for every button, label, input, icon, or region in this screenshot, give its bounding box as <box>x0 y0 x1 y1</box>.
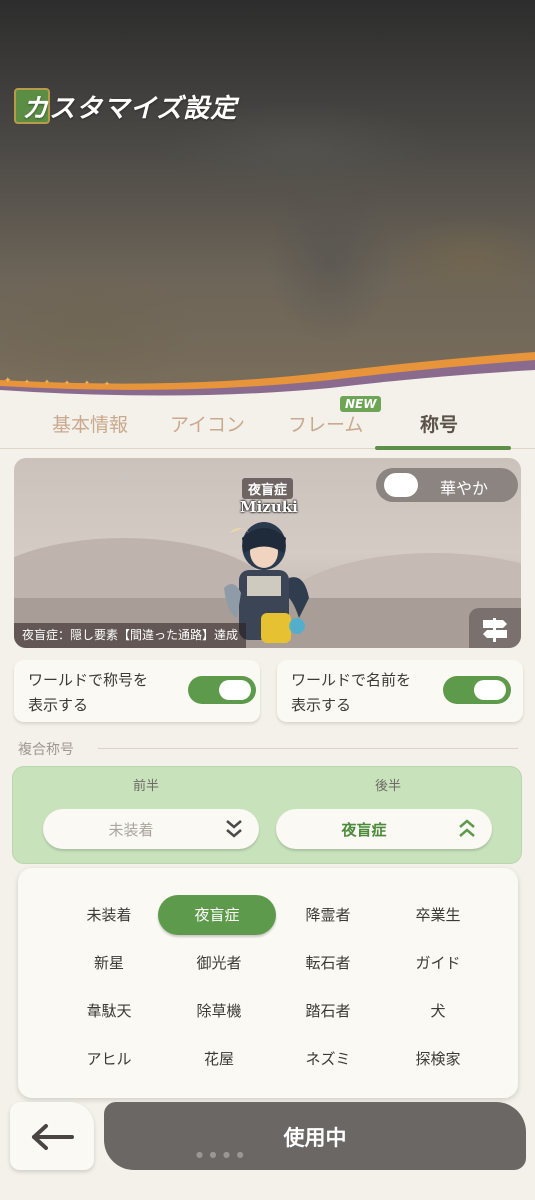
background-scene <box>0 0 535 400</box>
back-half-value: 夜盲症 <box>341 821 387 839</box>
back-half-select[interactable]: 夜盲症 <box>276 809 492 849</box>
fancy-mode-toggle[interactable]: 華やか <box>376 468 518 502</box>
composite-title-section-label: 複合称号 <box>18 742 74 758</box>
title-description: 夜盲症：隠し要素【間違った通路】達成 <box>14 623 247 648</box>
svg-text:✦: ✦ <box>104 380 110 388</box>
character-name-label: Mizuki <box>240 498 298 516</box>
show-name-in-world-label: ワールドで名前を 表示する <box>291 671 412 714</box>
svg-text:✦: ✦ <box>24 378 30 386</box>
svg-text:✦: ✦ <box>64 379 70 387</box>
option-item[interactable]: 探検家 <box>379 1039 497 1079</box>
active-tab-indicator <box>375 446 511 450</box>
svg-text:✦: ✦ <box>4 376 12 386</box>
front-half-label: 前半 <box>133 779 160 794</box>
option-item[interactable]: 御光者 <box>160 943 278 983</box>
option-item[interactable]: 犬 <box>379 991 497 1031</box>
option-item[interactable]: 踏石者 <box>269 991 387 1031</box>
option-item[interactable]: ガイド <box>379 943 497 983</box>
button-dots-decoration: ● ● ● ● <box>196 1150 246 1159</box>
fancy-toggle-knob <box>384 473 418 497</box>
section-divider <box>98 748 518 749</box>
svg-text:✦: ✦ <box>44 378 50 386</box>
back-button[interactable] <box>10 1102 94 1170</box>
title-options-list: 未装着 夜盲症 降霊者 卒業生 新星 御光者 転石者 ガイド 韋駄天 除草機 踏… <box>18 868 518 1098</box>
tab-frame[interactable]: フレーム <box>288 410 363 437</box>
option-item[interactable]: ネズミ <box>269 1039 387 1079</box>
tab-title[interactable]: 称号 <box>420 410 458 437</box>
show-title-in-world-card: ワールドで称号を 表示する <box>14 660 260 722</box>
tab-icon[interactable]: アイコン <box>170 410 245 437</box>
chevron-down-icon <box>226 820 242 838</box>
svg-text:✦: ✦ <box>84 379 90 387</box>
option-item[interactable]: アヒル <box>50 1039 168 1079</box>
option-item[interactable]: 未装着 <box>50 895 168 935</box>
back-half-label: 後半 <box>375 779 402 794</box>
option-item[interactable]: 新星 <box>50 943 168 983</box>
tab-basic-info[interactable]: 基本情報 <box>52 410 128 437</box>
show-name-in-world-card: ワールドで名前を 表示する <box>277 660 523 722</box>
option-item[interactable]: 除草機 <box>160 991 278 1031</box>
option-item[interactable]: 韋駄天 <box>50 991 168 1031</box>
signpost-icon <box>483 618 507 642</box>
option-item[interactable]: 転石者 <box>269 943 387 983</box>
show-title-in-world-label: ワールドで称号を 表示する <box>28 671 149 714</box>
fancy-toggle-label: 華やか <box>440 479 489 498</box>
in-use-button[interactable]: 使用中 <box>104 1102 526 1170</box>
show-name-in-world-switch[interactable] <box>443 676 511 704</box>
show-title-in-world-switch[interactable] <box>188 676 256 704</box>
page-title: カスタマイズ設定 <box>22 94 238 124</box>
option-item-selected[interactable]: 夜盲症 <box>158 895 276 935</box>
front-half-value: 未装着 <box>108 821 154 839</box>
composite-title-panel: 前半 後半 未装着 夜盲症 <box>12 766 522 864</box>
option-item[interactable]: 卒業生 <box>379 895 497 935</box>
character-preview: 夜盲症 Mizuki 華やか 夜盲症：隠し要素【間違った通路】達成 <box>14 458 521 648</box>
chevron-up-icon <box>459 819 475 837</box>
signpost-button[interactable] <box>469 608 521 648</box>
option-item[interactable]: 降霊者 <box>269 895 387 935</box>
new-badge: NEW <box>340 396 382 412</box>
in-use-label: 使用中 <box>283 1126 347 1150</box>
option-item[interactable]: 花屋 <box>160 1039 278 1079</box>
back-arrow-icon <box>32 1124 74 1150</box>
character-title-label: 夜盲症 <box>242 478 294 499</box>
front-half-select[interactable]: 未装着 <box>43 809 259 849</box>
